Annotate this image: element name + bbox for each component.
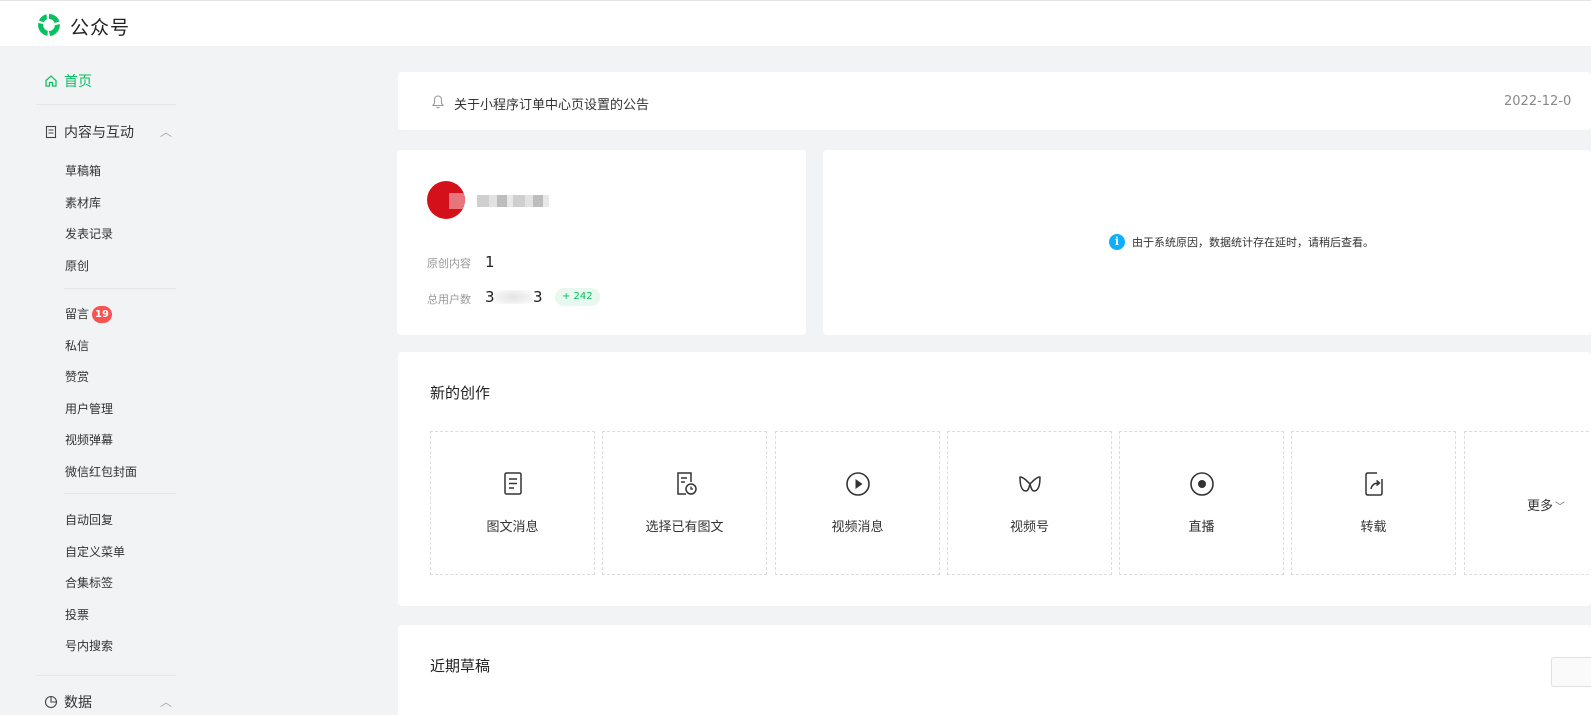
sidebar-item-user-management[interactable]: 用户管理 — [65, 400, 113, 417]
create-channels-tile[interactable]: 视频号 — [947, 431, 1112, 575]
wechat-official-account-logo-icon[interactable] — [36, 12, 62, 38]
divider — [36, 675, 176, 676]
create-live-tile[interactable]: 直播 — [1119, 431, 1284, 575]
original-content-value: 1 — [485, 253, 495, 271]
section-title-new-creation: 新的创作 — [430, 384, 491, 402]
sidebar-group-label: 内容与互动 — [64, 125, 134, 141]
announcement-title[interactable]: 关于小程序订单中心页设置的公告 — [454, 94, 649, 113]
sidebar-item-red-packet-cover[interactable]: 微信红包封面 — [65, 463, 137, 480]
divider — [36, 104, 176, 105]
sidebar-item-rewards[interactable]: 赞赏 — [65, 368, 89, 385]
tile-label: 视频消息 — [831, 520, 884, 535]
channels-icon — [1018, 476, 1041, 492]
sidebar-item-original[interactable]: 原创 — [65, 257, 89, 274]
brand-title: 公众号 — [70, 17, 131, 39]
user-growth-badge: + 242 — [555, 288, 600, 306]
sidebar-item-drafts[interactable]: 草稿箱 — [65, 162, 101, 179]
document-icon — [45, 125, 57, 139]
article-icon — [503, 472, 522, 495]
new-creation-card: 新的创作 图文消息 选择已有图文 视频消息 视频号 直播 转载 更多 ﹀ — [398, 352, 1591, 606]
sidebar-group-label: 数据 — [64, 695, 92, 711]
sidebar-item-collection-tags[interactable]: 合集标签 — [65, 574, 113, 591]
account-name-redacted — [477, 195, 549, 207]
section-title-recent-drafts: 近期草稿 — [430, 657, 491, 675]
data-delay-notice: i 由于系统原因，数据统计存在延时，请稍后查看。 — [1109, 234, 1374, 250]
info-icon: i — [1109, 234, 1125, 250]
announcement-bar[interactable]: 关于小程序订单中心页设置的公告 2022-12-0 — [398, 72, 1591, 130]
tile-label: 选择已有图文 — [645, 520, 724, 535]
sidebar-item-voting[interactable]: 投票 — [65, 606, 89, 623]
avatar[interactable] — [427, 181, 465, 219]
sidebar-item-materials[interactable]: 素材库 — [65, 194, 101, 211]
tile-label: 图文消息 — [486, 520, 539, 535]
divider — [64, 493, 176, 494]
top-bar: 公众号 — [0, 0, 1591, 46]
tile-label: 转载 — [1360, 520, 1387, 535]
create-article-tile[interactable]: 图文消息 — [430, 431, 595, 575]
total-users-label: 总用户数 — [427, 293, 471, 306]
select-existing-article-tile[interactable]: 选择已有图文 — [602, 431, 767, 575]
drafts-action-button[interactable] — [1551, 657, 1591, 687]
chevron-down-icon: ﹀ — [1555, 502, 1566, 513]
sidebar-item-home[interactable]: 首页 — [44, 71, 92, 91]
bell-icon — [431, 95, 445, 109]
data-delay-text: 由于系统原因，数据统计存在延时，请稍后查看。 — [1132, 236, 1374, 249]
create-more-tile[interactable]: 更多 ﹀ — [1464, 431, 1591, 575]
more-text: 更多 — [1527, 499, 1554, 514]
original-content-label: 原创内容 — [427, 257, 471, 270]
sidebar-item-publish-records[interactable]: 发表记录 — [65, 225, 113, 242]
sidebar-group-data[interactable]: 数据 ︿ — [44, 692, 172, 712]
chevron-up-icon[interactable]: ︿ — [160, 693, 172, 710]
announcement-date: 2022-12-0 — [1504, 94, 1572, 109]
data-stats-card: i 由于系统原因，数据统计存在延时，请稍后查看。 — [823, 150, 1591, 335]
tile-label: 视频号 — [1009, 520, 1049, 535]
pie-chart-icon — [44, 695, 58, 709]
repost-icon — [1364, 472, 1383, 496]
divider — [64, 288, 176, 289]
sidebar-item-comments[interactable]: 留言 19 — [65, 305, 112, 323]
sidebar-item-label: 首页 — [64, 74, 92, 90]
live-icon — [1189, 472, 1214, 496]
play-circle-icon — [845, 472, 870, 496]
sidebar: 首页 内容与互动 ︿ 草稿箱 素材库 发表记录 原创 留言 19 私信 赞赏 用户… — [0, 46, 200, 715]
tile-label: 直播 — [1188, 520, 1215, 535]
sidebar-group-content[interactable]: 内容与互动 ︿ — [44, 122, 172, 142]
account-summary-card: 原创内容 1 总用户数 3 3 — [397, 150, 806, 335]
sidebar-item-custom-menu[interactable]: 自定义菜单 — [65, 543, 125, 560]
sidebar-item-auto-reply[interactable]: 自动回复 — [65, 511, 113, 528]
recent-drafts-card: 近期草稿 — [398, 625, 1591, 715]
home-icon — [45, 75, 57, 87]
total-users-redacted — [494, 290, 532, 304]
more-label: 更多 ﹀ — [1527, 495, 1565, 514]
sidebar-item-messages[interactable]: 私信 — [65, 337, 89, 354]
sidebar-item-video-danmaku[interactable]: 视频弹幕 — [65, 431, 113, 448]
comment-count-badge: 19 — [92, 306, 112, 323]
sidebar-item-in-account-search[interactable]: 号内搜索 — [65, 637, 113, 654]
create-video-message-tile[interactable]: 视频消息 — [775, 431, 940, 575]
sidebar-item-label: 留言 — [65, 307, 90, 321]
create-repost-tile[interactable]: 转载 — [1291, 431, 1456, 575]
article-history-icon — [676, 472, 697, 495]
total-users-value-suffix: 3 — [533, 288, 543, 306]
chevron-up-icon[interactable]: ︿ — [160, 123, 172, 140]
